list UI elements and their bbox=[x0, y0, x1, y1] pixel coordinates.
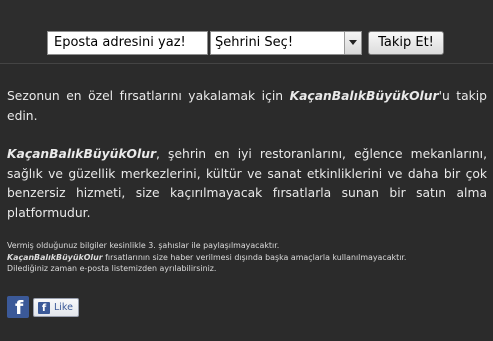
brand-name: KaçanBalıkBüyükOlur bbox=[7, 147, 157, 161]
privacy-line-2: KaçanBalıkBüyükOlur fırsatlarının size h… bbox=[7, 252, 487, 264]
city-select[interactable]: Şehrini Seç! bbox=[210, 31, 362, 55]
privacy-line-2-rest: fırsatlarının size haber verilmesi dışın… bbox=[102, 252, 407, 262]
email-input[interactable]: Eposta adresini yaz! bbox=[47, 31, 208, 55]
city-select-value: Şehrini Seç! bbox=[215, 35, 294, 50]
intro-text-before: Sezonun en özel fırsatlarını yakalamak i… bbox=[7, 89, 290, 103]
facebook-icon-glyph: f bbox=[15, 297, 24, 319]
privacy-notice: Vermiş olduğunuz bilgiler kesinlikle 3. … bbox=[7, 240, 487, 275]
facebook-like-button[interactable]: f Like bbox=[33, 298, 79, 317]
brand-name: KaçanBalıkBüyükOlur bbox=[289, 89, 439, 103]
follow-button[interactable]: Takip Et! bbox=[368, 31, 444, 55]
subscribe-bar: Eposta adresini yaz! Şehrini Seç! Takip … bbox=[0, 0, 493, 64]
privacy-line-1: Vermiş olduğunuz bilgiler kesinlikle 3. … bbox=[7, 241, 280, 250]
brand-name: KaçanBalıkBüyükOlur bbox=[7, 252, 103, 262]
intro-text: Sezonun en özel fırsatlarını yakalamak i… bbox=[7, 86, 487, 126]
facebook-like-icon: f bbox=[38, 302, 50, 314]
like-label: Like bbox=[54, 302, 73, 313]
facebook-icon[interactable]: f bbox=[7, 296, 29, 319]
description-text: KaçanBalıkBüyükOlur, şehrin en iyi resto… bbox=[7, 145, 487, 223]
privacy-line-3: Dilediğiniz zaman e-posta listemizden ay… bbox=[7, 264, 217, 273]
chevron-down-icon[interactable] bbox=[344, 32, 361, 54]
